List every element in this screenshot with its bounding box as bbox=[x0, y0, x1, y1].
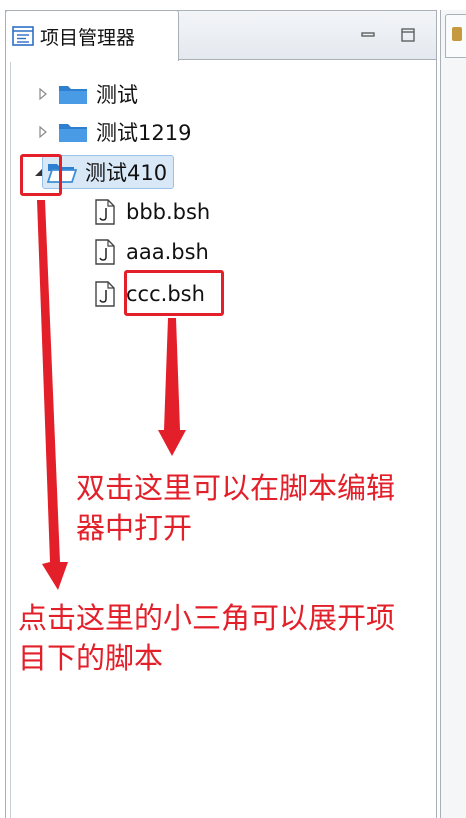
annotation-open-editor-line2: 器中打开 bbox=[76, 511, 193, 545]
annotation-expand-line1: 点击这里的小三角可以展开项 bbox=[18, 601, 396, 635]
annotation-arrows bbox=[37, 200, 186, 590]
annotation-open-editor-line1: 双击这里可以在脚本编辑 bbox=[76, 471, 396, 505]
arrow-down-icon bbox=[37, 200, 68, 590]
annotation-expand-line2: 目下的脚本 bbox=[18, 641, 164, 675]
arrow-down-icon bbox=[158, 318, 186, 456]
